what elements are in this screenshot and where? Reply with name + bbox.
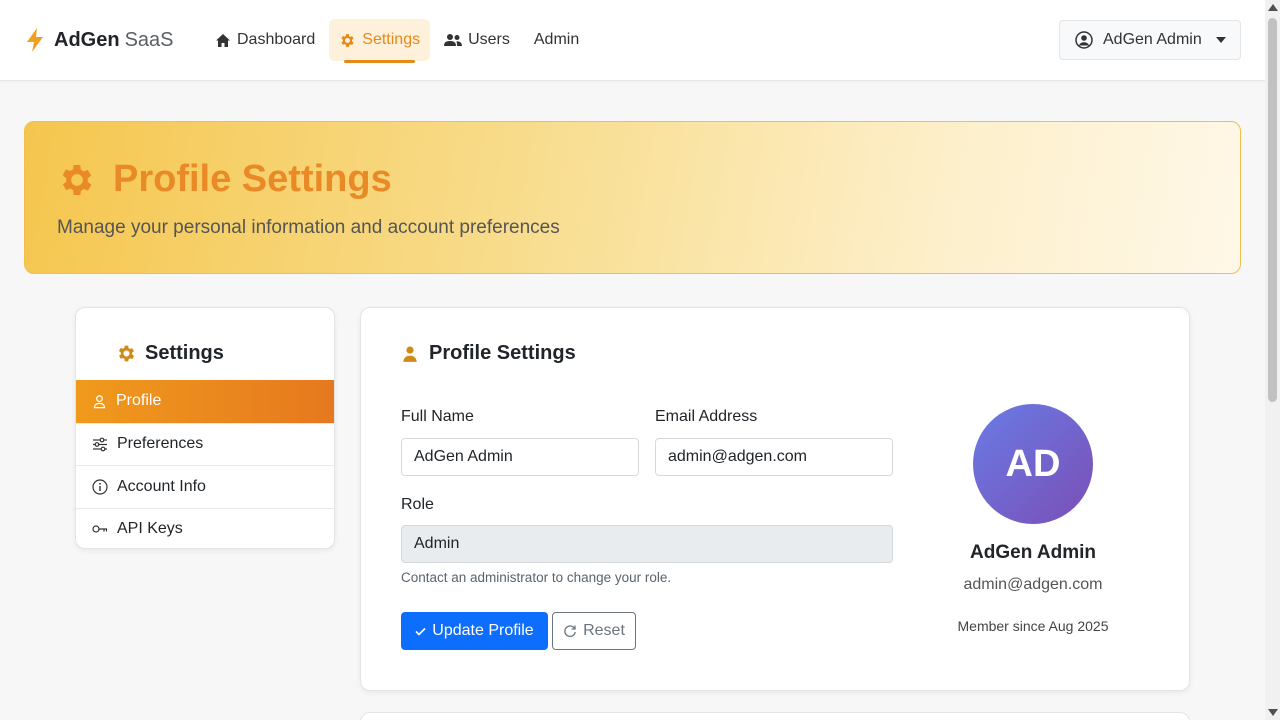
scroll-up-arrow-icon[interactable] [1268,4,1278,11]
scroll-thumb[interactable] [1268,18,1277,402]
nav-users-label: Users [468,31,510,48]
page-subtitle: Manage your personal information and acc… [57,217,560,238]
page-scrollbar[interactable] [1265,0,1280,720]
brand-name: AdGen [54,28,120,51]
scroll-down-arrow-icon[interactable] [1268,709,1278,716]
profile-name: AdGen Admin [970,542,1096,563]
brand-suffix: SaaS [124,28,174,51]
sidebar-item-profile[interactable]: Profile [76,380,334,423]
reset-label: Reset [583,622,625,639]
sidebar-item-label: Preferences [117,435,204,453]
nav-settings[interactable]: Settings [329,19,431,63]
update-profile-label: Update Profile [432,622,534,639]
page-header-banner: Profile Settings Manage your personal in… [24,121,1241,274]
page-title-text: Profile Settings [113,158,392,200]
sliders-icon [92,437,108,452]
brand-logo[interactable]: AdGen SaaS [24,27,174,53]
chevron-down-icon [1215,37,1226,43]
nav-users[interactable]: Users [434,19,520,61]
full-name-label: Full Name [401,408,474,425]
sidebar-title-text: Settings [145,342,224,364]
avatar: AD [973,404,1093,524]
settings-sidebar: Settings Profile Preferences Account Inf… [75,307,335,549]
nav-settings-label: Settings [362,31,421,48]
person-icon [92,394,107,409]
sidebar-item-api-keys[interactable]: API Keys [76,507,334,549]
info-icon [92,479,108,495]
user-circle-icon [1075,31,1093,49]
role-label: Role [401,496,434,513]
email-label: Email Address [655,408,758,425]
full-name-input[interactable]: AdGen Admin [401,438,639,476]
checkmark-icon [415,627,426,636]
nav-dashboard[interactable]: Dashboard [205,19,325,61]
role-input: Admin [401,525,893,563]
user-menu-dropdown[interactable]: AdGen Admin [1059,20,1241,60]
update-profile-button[interactable]: Update Profile [401,612,548,650]
card-title: Profile Settings [401,342,576,365]
card-title-text: Profile Settings [429,342,576,364]
lightning-icon [24,27,46,53]
profile-settings-card: Profile Settings Full Name AdGen Admin E… [360,307,1190,691]
sidebar-title: Settings [116,342,224,365]
profile-email: admin@adgen.com [963,576,1103,593]
nav-admin-label: Admin [533,31,580,48]
nav-admin[interactable]: Admin [524,19,589,61]
user-menu-label: AdGen Admin [1103,31,1202,48]
person-icon [401,345,419,363]
users-icon [444,33,463,47]
key-icon [92,523,108,535]
sidebar-item-preferences[interactable]: Preferences [76,422,334,466]
next-section-card [360,712,1190,720]
sidebar-item-label: API Keys [117,520,183,538]
member-since: Member since Aug 2025 [957,618,1109,634]
email-input[interactable]: admin@adgen.com [655,438,893,476]
gear-icon [116,343,137,364]
reset-button[interactable]: Reset [552,612,636,650]
sidebar-item-label: Profile [116,392,162,410]
nav-dashboard-label: Dashboard [237,31,316,48]
gear-icon [339,32,356,49]
refresh-icon [563,624,577,638]
main-nav: Dashboard Settings Users Admin [205,19,589,63]
sidebar-item-account-info[interactable]: Account Info [76,465,334,508]
home-icon [215,33,231,48]
sidebar-menu: Profile Preferences Account Info API Key… [76,380,334,549]
sidebar-item-label: Account Info [117,477,206,495]
gear-icon [57,160,97,200]
page-title: Profile Settings [57,158,392,201]
role-help-text: Contact an administrator to change your … [401,570,672,585]
top-navbar: AdGen SaaS Dashboard Settings Users Admi… [0,0,1265,81]
